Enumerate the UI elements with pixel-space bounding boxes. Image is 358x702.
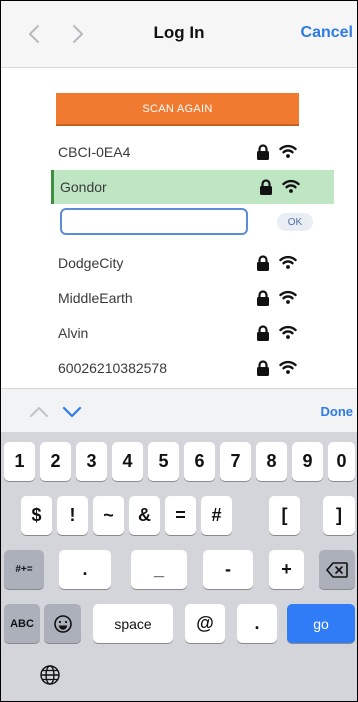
scan-again-button[interactable]: SCAN AGAIN [56,93,299,126]
done-button[interactable]: Done [321,404,354,419]
key[interactable]: ! [57,496,88,535]
chevron-down-icon[interactable] [62,405,82,423]
lock-icon [256,325,270,346]
network-row[interactable]: MiddleEarth [51,281,331,315]
key[interactable]: 8 [256,442,287,481]
delete-key[interactable] [319,550,355,589]
password-input[interactable] [60,208,248,235]
network-name: 60026210382578 [58,360,168,376]
key[interactable]: ~ [93,496,124,535]
at-key[interactable]: @ [185,604,225,643]
cancel-button[interactable]: Cancel [301,24,353,42]
lock-icon [259,179,273,200]
key[interactable]: = [165,496,196,535]
key[interactable]: + [269,550,304,589]
network-name: DodgeCity [58,255,124,271]
lock-icon [256,290,270,311]
globe-icon[interactable] [39,664,61,691]
network-name: Alvin [58,325,89,341]
key[interactable]: 9 [292,442,323,481]
key[interactable]: [ [269,496,300,535]
key[interactable]: 3 [76,442,107,481]
lock-icon [256,255,270,276]
key[interactable]: $ [21,496,52,535]
key[interactable]: - [203,550,253,589]
emoji-key[interactable] [44,604,81,643]
backspace-icon [326,561,348,578]
shift-symbols-key[interactable]: #+= [4,550,44,589]
go-key[interactable]: go [287,604,355,643]
key[interactable]: 4 [112,442,143,481]
wifi-icon [279,143,297,164]
network-row[interactable]: DodgeCity [51,246,331,280]
key[interactable]: 6 [184,442,215,481]
key[interactable]: 1 [4,442,35,481]
wifi-icon [282,178,300,199]
key[interactable]: # [201,496,232,535]
wifi-icon [279,324,297,345]
chevron-left-icon[interactable] [23,21,45,47]
key[interactable]: . [59,550,111,589]
network-row[interactable]: CBCI-0EA4 [51,135,331,169]
key[interactable]: _ [131,550,187,589]
key[interactable]: & [129,496,160,535]
lock-icon [256,144,270,165]
network-name: CBCI-0EA4 [58,144,131,160]
network-row[interactable]: 60026210382578 [51,351,331,385]
key[interactable]: 7 [220,442,251,481]
chevron-right-icon[interactable] [67,21,89,47]
lock-icon [256,360,270,381]
screen: Log In Cancel SCAN AGAIN CBCI-0EA4 Gondo… [0,0,358,702]
ok-button[interactable]: OK [277,213,313,231]
key[interactable]: 5 [148,442,179,481]
space-key[interactable]: space [93,604,173,643]
abc-key[interactable]: ABC [4,604,40,643]
network-name: MiddleEarth [58,290,133,306]
wifi-icon [279,254,297,275]
key[interactable]: 0 [328,442,355,481]
wifi-icon [279,359,297,380]
dot-key[interactable]: . [237,604,277,643]
network-name: Gondor [60,179,107,195]
network-row-selected[interactable]: Gondor [51,170,334,204]
chevron-up-icon[interactable] [29,405,49,423]
navigation-bar: Log In Cancel [1,1,357,68]
key[interactable]: ] [323,496,355,535]
keyboard-accessory-bar: Done [1,388,357,433]
wifi-icon [279,289,297,310]
key[interactable]: 2 [40,442,71,481]
network-row[interactable]: Alvin [51,316,331,350]
emoji-icon [53,614,72,633]
keyboard: 1 2 3 4 5 6 7 8 9 0 $ ! ~ & = # [ ] #+= … [1,432,357,701]
